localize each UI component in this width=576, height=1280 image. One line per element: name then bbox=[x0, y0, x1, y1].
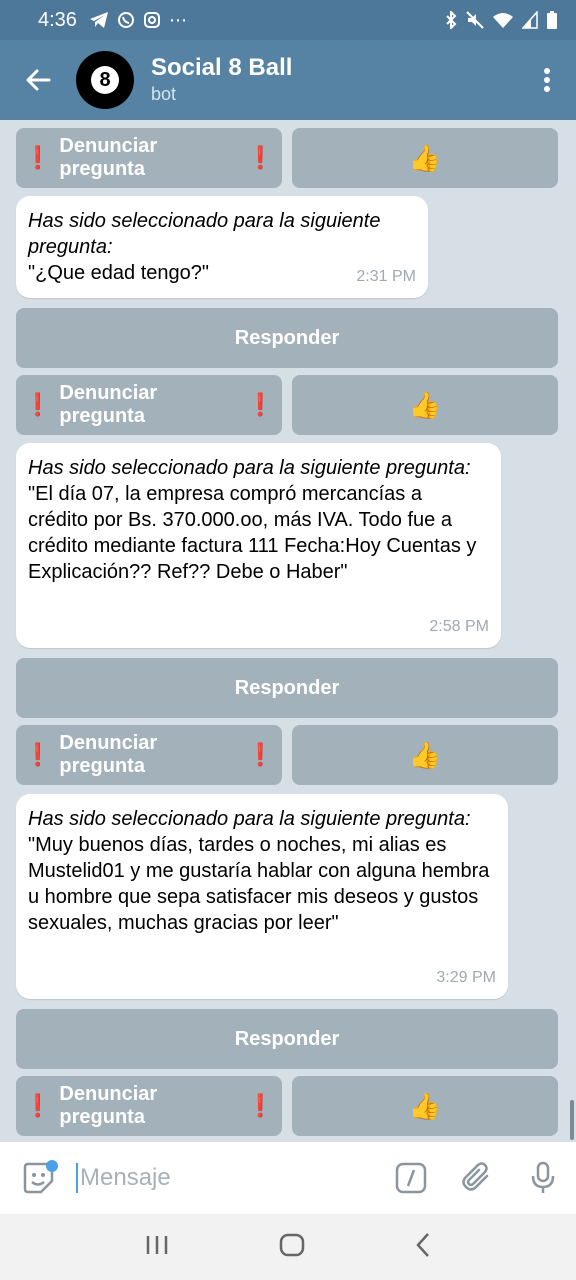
sticker-button[interactable] bbox=[0, 1142, 76, 1214]
home-button[interactable] bbox=[279, 1232, 305, 1263]
chat-title-area[interactable]: Social 8 Ball bot bbox=[151, 54, 292, 106]
chat-area[interactable]: ❗ Denunciar pregunta ❗ 👍 Has sido selecc… bbox=[0, 120, 576, 1142]
exclamation-icon: ❗ bbox=[24, 392, 52, 417]
avatar-eight-ball: 8 bbox=[91, 66, 119, 94]
wifi-icon bbox=[493, 13, 513, 28]
chat-subtitle: bot bbox=[151, 84, 177, 104]
thumbs-up-icon: 👍 bbox=[408, 1090, 442, 1121]
back-button[interactable] bbox=[0, 40, 76, 120]
report-question-button[interactable]: ❗ Denunciar pregunta ❗ bbox=[16, 1076, 282, 1136]
scrollbar[interactable] bbox=[570, 1100, 574, 1140]
exclamation-icon: ❗ bbox=[24, 1093, 52, 1118]
whatsapp-icon bbox=[117, 12, 134, 28]
attach-button[interactable] bbox=[444, 1142, 510, 1214]
report-question-button[interactable]: ❗ Denunciar pregunta ❗ bbox=[16, 375, 282, 435]
chevron-left-icon bbox=[416, 1232, 429, 1257]
chat-header: 8 Social 8 Ball bot bbox=[0, 40, 576, 120]
voice-button[interactable] bbox=[510, 1142, 576, 1214]
message-bubble: Has sido seleccionado para la siguiente … bbox=[16, 794, 508, 999]
message-time: 2:58 PM bbox=[429, 618, 489, 635]
system-nav-bar bbox=[0, 1214, 576, 1280]
exclamation-icon: ❗ bbox=[246, 1093, 274, 1118]
more-notifications-icon: ⋯ bbox=[168, 9, 187, 30]
instagram-icon bbox=[143, 12, 160, 28]
status-system-icons bbox=[444, 10, 558, 30]
message-body: "Muy buenos días, tardes o noches, mi al… bbox=[28, 834, 490, 934]
status-time: 4:36 bbox=[38, 8, 77, 31]
message-bubble: Has sido seleccionado para la siguiente … bbox=[16, 443, 501, 648]
thumbs-up-icon: 👍 bbox=[408, 142, 442, 173]
message-input[interactable]: Mensaje bbox=[76, 1163, 378, 1193]
report-question-button[interactable]: ❗ Denunciar pregunta ❗ bbox=[16, 128, 282, 188]
report-label: Denunciar pregunta bbox=[59, 732, 158, 777]
exclamation-icon: ❗ bbox=[246, 742, 274, 767]
mute-icon bbox=[466, 11, 484, 29]
answer-button[interactable]: Responder bbox=[16, 1009, 558, 1069]
thumbs-up-icon: 👍 bbox=[408, 389, 442, 420]
report-label: Denunciar pregunta bbox=[59, 1083, 158, 1128]
report-label: Denunciar pregunta bbox=[59, 135, 158, 180]
microphone-icon bbox=[531, 1161, 555, 1193]
message-input-bar: Mensaje bbox=[0, 1142, 576, 1214]
message-body: "El día 07, la empresa compró mercancías… bbox=[28, 483, 477, 583]
answer-label: Responder bbox=[234, 1027, 340, 1050]
message-bubble: Has sido seleccionado para la siguiente … bbox=[16, 196, 428, 298]
chat-title: Social 8 Ball bbox=[151, 54, 293, 81]
exclamation-icon: ❗ bbox=[246, 145, 274, 170]
like-button[interactable]: 👍 bbox=[292, 1076, 558, 1136]
message-placeholder: Mensaje bbox=[80, 1164, 171, 1191]
message-time: 3:29 PM bbox=[436, 969, 496, 986]
answer-label: Responder bbox=[234, 676, 340, 699]
answer-label: Responder bbox=[234, 326, 340, 349]
message-lead: Has sido seleccionado para la siguiente … bbox=[28, 210, 381, 258]
paperclip-icon bbox=[462, 1162, 489, 1191]
report-question-button[interactable]: ❗ Denunciar pregunta ❗ bbox=[16, 725, 282, 785]
message-lead: Has sido seleccionado para la siguiente … bbox=[28, 808, 471, 830]
recents-icon bbox=[146, 1235, 168, 1254]
text-cursor bbox=[76, 1163, 78, 1193]
arrow-left-icon bbox=[26, 69, 51, 91]
battery-icon bbox=[547, 11, 557, 29]
bot-command-button[interactable] bbox=[378, 1142, 444, 1214]
status-app-icons: ⋯ bbox=[89, 10, 187, 31]
message-time: 2:31 PM bbox=[356, 268, 416, 285]
exclamation-icon: ❗ bbox=[24, 145, 52, 170]
home-icon bbox=[279, 1233, 305, 1256]
like-button[interactable]: 👍 bbox=[292, 725, 558, 785]
like-button[interactable]: 👍 bbox=[292, 128, 558, 188]
report-label: Denunciar pregunta bbox=[59, 382, 158, 427]
like-button[interactable]: 👍 bbox=[292, 375, 558, 435]
exclamation-icon: ❗ bbox=[246, 392, 274, 417]
telegram-icon bbox=[89, 12, 108, 28]
thumbs-up-icon: 👍 bbox=[408, 739, 442, 770]
status-bar: 4:36 ⋯ bbox=[0, 0, 576, 40]
back-nav-button[interactable] bbox=[415, 1232, 431, 1263]
menu-button[interactable] bbox=[518, 40, 576, 120]
recents-button[interactable] bbox=[145, 1234, 169, 1261]
bluetooth-icon bbox=[446, 11, 457, 29]
avatar[interactable]: 8 bbox=[76, 51, 134, 109]
signal-icon bbox=[522, 11, 538, 29]
notification-dot bbox=[46, 1160, 58, 1172]
kebab-icon bbox=[544, 68, 550, 92]
slash-command-icon bbox=[395, 1162, 427, 1194]
message-lead: Has sido seleccionado para la siguiente … bbox=[28, 457, 471, 479]
answer-button[interactable]: Responder bbox=[16, 308, 558, 368]
exclamation-icon: ❗ bbox=[24, 742, 52, 767]
answer-button[interactable]: Responder bbox=[16, 658, 558, 718]
